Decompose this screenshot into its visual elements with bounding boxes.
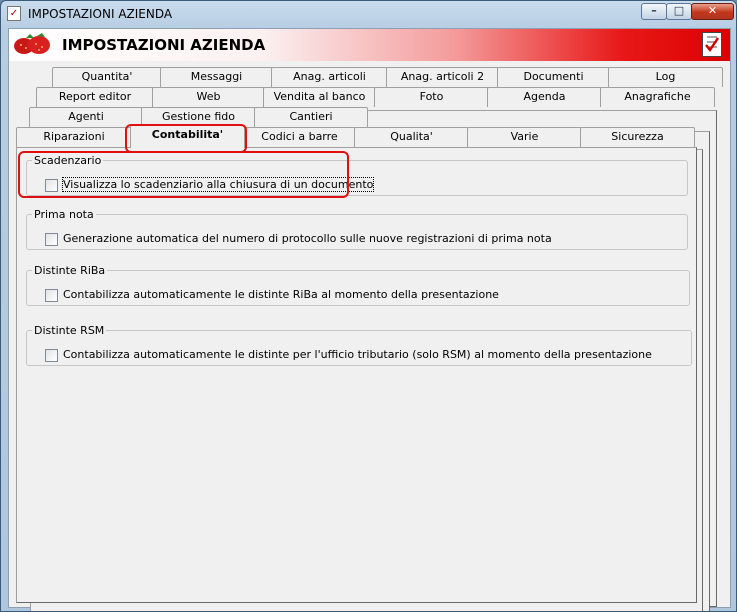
checklist-icon[interactable]: ✓ [7, 6, 21, 21]
checkbox-label[interactable]: Contabilizza automaticamente le distinte… [63, 288, 499, 301]
minimize-button[interactable]: – [641, 3, 667, 20]
maximize-button[interactable]: □ [666, 3, 692, 20]
group-distinte-riba: Distinte RiBa Contabilizza automaticamen… [26, 264, 690, 306]
checkbox-label[interactable]: Contabilizza automaticamente le distinte… [63, 348, 652, 361]
tab-agenda[interactable]: Agenda [487, 87, 602, 107]
checkbox-distinte-riba[interactable] [45, 289, 58, 302]
tab-anagrafiche[interactable]: Anagrafiche [600, 87, 715, 107]
title-bar[interactable]: ✓ IMPOSTAZIONI AZIENDA – □ ✕ [1, 1, 736, 27]
tab-anag-articoli-2[interactable]: Anag. articoli 2 [386, 67, 499, 87]
tab-agenti[interactable]: Agenti [29, 107, 143, 127]
tab-web[interactable]: Web [152, 87, 265, 107]
tab-riparazioni[interactable]: Riparazioni [16, 127, 132, 147]
close-button[interactable]: ✕ [691, 3, 734, 20]
tab-gestione-fido[interactable]: Gestione fido [141, 107, 256, 127]
tab-foto[interactable]: Foto [374, 87, 489, 107]
group-title: Distinte RSM [34, 324, 105, 337]
window-title: IMPOSTAZIONI AZIENDA [28, 7, 173, 21]
group-distinte-rsm: Distinte RSM Contabilizza automaticament… [26, 324, 692, 366]
tab-codici-a-barre[interactable]: Codici a barre [243, 127, 356, 147]
tab-contabilita[interactable]: Contabilita' [130, 125, 245, 148]
settings-window: ✓ IMPOSTAZIONI AZIENDA – □ ✕ IMPOSTAZION… [0, 0, 737, 612]
client-area: IMPOSTAZIONI AZIENDA Quantita' Messaggi … [8, 28, 731, 611]
group-title: Prima nota [34, 208, 94, 221]
tab-anag-articoli[interactable]: Anag. articoli [271, 67, 388, 87]
checkbox-label[interactable]: Generazione automatica del numero di pro… [63, 232, 552, 245]
checklist-icon-graphic [705, 36, 719, 53]
tab-log[interactable]: Log [608, 67, 723, 87]
header-banner: IMPOSTAZIONI AZIENDA [9, 29, 730, 61]
checkbox-distinte-rsm[interactable] [45, 349, 58, 362]
tab-cantieri[interactable]: Cantieri [254, 107, 368, 127]
group-title: Distinte RiBa [34, 264, 106, 277]
strawberry-icon [14, 33, 50, 54]
checklist-icon[interactable] [702, 32, 722, 57]
checkbox-label[interactable]: Visualizza lo scadenziario alla chiusura… [61, 177, 375, 192]
tab-sicurezza[interactable]: Sicurezza [580, 127, 695, 147]
group-scadenzario: Scadenzario Visualizza lo scadenziario a… [26, 154, 688, 196]
tab-documenti[interactable]: Documenti [497, 67, 610, 87]
tab-vendita-al-banco[interactable]: Vendita al banco [263, 87, 376, 107]
group-prima-nota: Prima nota Generazione automatica del nu… [26, 208, 688, 250]
tab-quantita[interactable]: Quantita' [52, 67, 162, 87]
checkbox-prima-nota[interactable] [45, 233, 58, 246]
group-title: Scadenzario [34, 154, 102, 167]
header-title: IMPOSTAZIONI AZIENDA [62, 36, 266, 54]
tab-report-editor[interactable]: Report editor [36, 87, 154, 107]
tab-varie[interactable]: Varie [467, 127, 582, 147]
tab-messaggi[interactable]: Messaggi [160, 67, 273, 87]
tab-page-contabilita: Scadenzario Visualizza lo scadenziario a… [16, 147, 697, 603]
tab-qualita[interactable]: Qualita' [354, 127, 469, 147]
checkbox-scadenzario[interactable] [45, 179, 58, 192]
